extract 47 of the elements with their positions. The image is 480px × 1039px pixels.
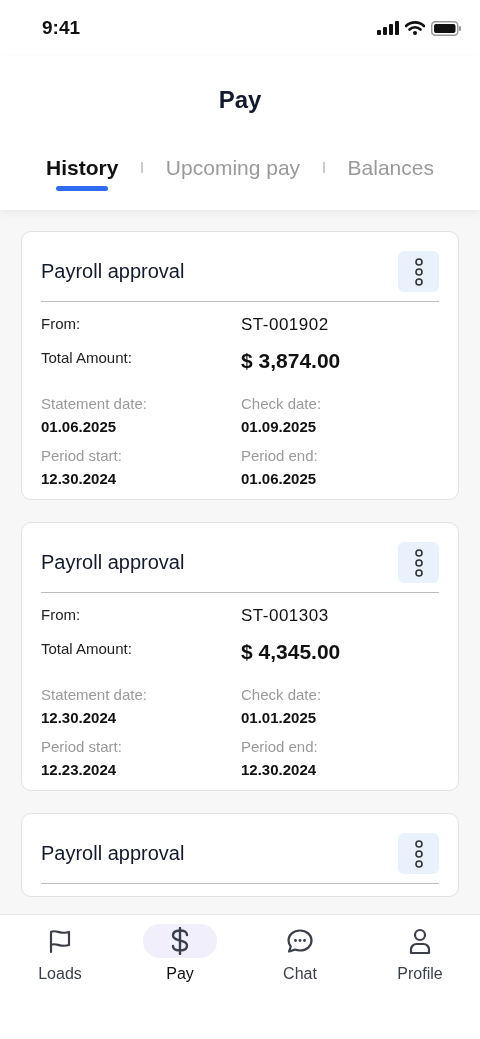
person-icon	[409, 927, 431, 955]
field-value: 12.30.2024	[241, 760, 318, 778]
more-icon	[413, 839, 424, 868]
more-button[interactable]	[398, 542, 439, 583]
total-amount: $ 3,874.00	[241, 348, 342, 373]
more-icon	[413, 257, 424, 286]
total-amount: $ 4,345.00	[241, 639, 342, 664]
field-label: Period end:	[241, 737, 319, 755]
field-value: 01.09.2025	[241, 417, 318, 435]
card-title: Payroll approval	[41, 260, 185, 283]
field-label: Period start:	[41, 737, 123, 755]
nav-item[interactable]: Pay	[120, 924, 240, 983]
field-value: 01.06.2025	[41, 417, 118, 435]
field-value: 12.23.2024	[41, 760, 118, 778]
chat-bubble-icon	[286, 928, 314, 954]
nav-item[interactable]: Chat	[240, 924, 360, 983]
field-value: 12.30.2024	[41, 469, 118, 487]
nav-item[interactable]: Loads	[0, 924, 120, 983]
field-label: Statement date:	[41, 685, 148, 703]
more-icon	[413, 548, 424, 577]
field-label: Statement date:	[41, 394, 148, 412]
tab[interactable]: History	[46, 151, 119, 203]
card-title: Payroll approval	[41, 842, 185, 865]
flag-icon	[47, 928, 73, 954]
nav-item[interactable]: Profile	[360, 924, 480, 983]
page-title: Pay	[217, 85, 263, 115]
field-value: 01.01.2025	[241, 708, 318, 726]
more-button[interactable]	[398, 833, 439, 874]
battery-icon	[431, 20, 461, 36]
field-value: 12.30.2024	[41, 708, 118, 726]
dollar-icon	[170, 927, 190, 955]
field-label: Total Amount:	[41, 348, 133, 368]
more-button[interactable]	[398, 251, 439, 292]
statement-id: ST-001303	[241, 605, 330, 626]
statement-id: ST-001902	[241, 314, 330, 335]
field-label: Period start:	[41, 446, 123, 464]
wifi-icon	[405, 21, 425, 35]
field-label: From:	[41, 605, 82, 625]
signal-icon	[377, 21, 399, 35]
field-label: Total Amount:	[41, 639, 133, 659]
field-label: Check date:	[241, 685, 323, 703]
field-value: 01.06.2025	[241, 469, 318, 487]
status-time: 9:41	[42, 17, 81, 39]
field-label: From:	[41, 314, 82, 334]
field-label: Period end:	[241, 446, 319, 464]
card-title: Payroll approval	[41, 551, 185, 574]
field-label: Check date:	[241, 394, 323, 412]
